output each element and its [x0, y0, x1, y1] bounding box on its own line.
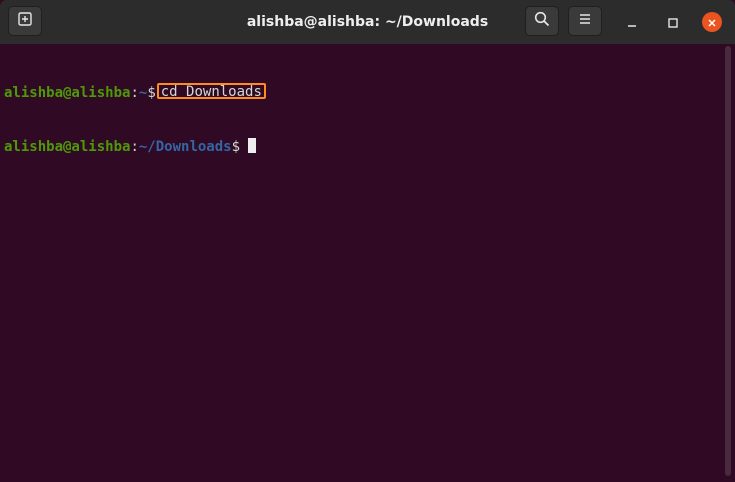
close-icon	[707, 13, 717, 32]
prompt-dollar: $	[231, 139, 241, 155]
close-button[interactable]	[702, 12, 722, 32]
prompt-colon: :	[130, 139, 139, 155]
prompt-user-host: alishba@alishba	[4, 85, 131, 101]
new-tab-icon	[18, 11, 32, 31]
prompt-path: ~/Downloads	[138, 139, 232, 155]
search-icon	[534, 11, 550, 32]
text-cursor	[248, 138, 257, 153]
prompt-dollar: $	[147, 85, 156, 101]
menu-button[interactable]	[568, 6, 602, 36]
terminal-line: alishba@alishba:~$ cd Downloads	[4, 83, 720, 102]
terminal-window: alishba@alishba: ~/Downloads alishba@ali…	[0, 0, 735, 482]
maximize-button[interactable]	[663, 12, 683, 32]
highlighted-command: cd Downloads	[156, 83, 266, 99]
terminal-output[interactable]: alishba@alishba:~$ cd Downloads alishba@a…	[0, 44, 724, 482]
prompt-colon: :	[130, 85, 139, 101]
scrollbar[interactable]	[725, 46, 731, 476]
minimize-button[interactable]	[622, 12, 642, 32]
new-tab-button[interactable]	[8, 6, 42, 36]
maximize-icon	[668, 13, 678, 32]
title-bar[interactable]: alishba@alishba: ~/Downloads	[0, 0, 735, 44]
terminal-line: alishba@alishba:~/Downloads$	[4, 138, 720, 156]
minimize-icon	[627, 13, 637, 32]
hamburger-menu-icon	[578, 12, 592, 31]
prompt-user-host: alishba@alishba	[4, 139, 131, 155]
search-button[interactable]	[525, 6, 559, 36]
